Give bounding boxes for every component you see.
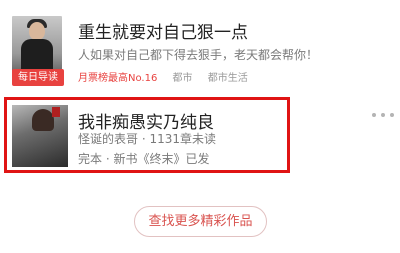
rank-label: 月票榜最高No.16 — [78, 73, 158, 84]
tag-1: 都市 — [172, 73, 193, 84]
book-cover-2[interactable] — [12, 105, 68, 167]
book-title-1[interactable]: 重生就要对自己狠一点 — [78, 18, 248, 43]
book-author-line: 怪诞的表哥 · 1131章未读 — [78, 132, 216, 146]
book-status-line: 完本 · 新书《终末》已发 — [78, 152, 210, 166]
find-more-button[interactable]: 查找更多精彩作品 — [134, 206, 267, 237]
book-meta-1: 月票榜最高No.16 都市 都市生活 — [78, 69, 248, 84]
daily-guide-badge: 每日导读 — [12, 69, 64, 86]
more-icon[interactable] — [372, 109, 394, 121]
book-description-1: 人如果对自己都下得去狠手，老天都会帮你！ — [78, 48, 319, 62]
bookshelf-page: 每日导读 重生就要对自己狠一点 人如果对自己都下得去狠手，老天都会帮你！ 月票榜… — [0, 0, 400, 253]
tag-2: 都市生活 — [207, 73, 248, 84]
